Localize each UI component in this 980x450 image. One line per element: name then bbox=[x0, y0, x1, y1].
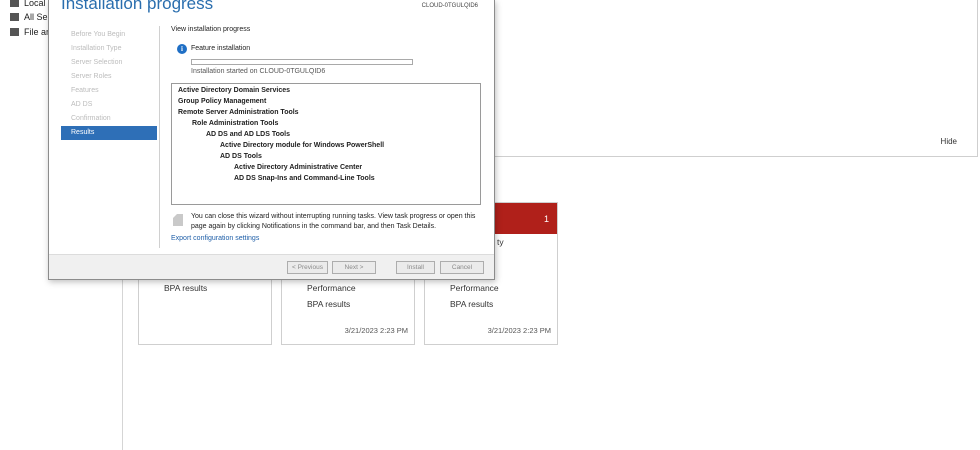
tile-row[interactable]: Performance bbox=[307, 283, 356, 293]
tile-row-fragment: ty bbox=[497, 237, 504, 247]
close-wizard-note: You can close this wizard without interr… bbox=[191, 213, 476, 230]
page-title: Installation progress bbox=[61, 0, 214, 13]
list-item: AD DS Snap-Ins and Command-Line Tools bbox=[234, 175, 375, 182]
install-button[interactable]: Install bbox=[396, 261, 435, 274]
list-item: Active Directory Administrative Center bbox=[234, 164, 363, 171]
installation-status: Installation started on CLOUD-0TGULQID6 bbox=[191, 68, 326, 75]
step-ad-ds: AD DS bbox=[71, 101, 93, 108]
tile-row[interactable]: BPA results bbox=[450, 299, 493, 309]
feature-installation-label: Feature installation bbox=[191, 45, 251, 52]
list-item: Active Directory module for Windows Powe… bbox=[220, 142, 385, 149]
list-item: AD DS and AD LDS Tools bbox=[206, 131, 290, 138]
step-installation-type: Installation Type bbox=[71, 45, 122, 52]
welcome-panel: Hide bbox=[480, 0, 978, 157]
alert-count: 1 bbox=[543, 214, 549, 224]
next-button[interactable]: Next > bbox=[332, 261, 376, 274]
list-item: Active Directory Domain Services bbox=[178, 87, 291, 94]
step-before-you-begin: Before You Begin bbox=[71, 31, 126, 38]
tile-row[interactable]: BPA results bbox=[307, 299, 350, 309]
wizard-footer: < Previous Next > Install Cancel bbox=[49, 254, 494, 279]
list-item: Role Administration Tools bbox=[192, 120, 279, 127]
list-item: AD DS Tools bbox=[220, 153, 262, 160]
hide-link[interactable]: Hide bbox=[941, 137, 957, 146]
server-icon bbox=[10, 0, 19, 7]
info-icon: i bbox=[177, 44, 187, 54]
divider bbox=[159, 26, 160, 248]
export-configuration-link[interactable]: Export configuration settings bbox=[171, 235, 259, 242]
step-server-roles: Server Roles bbox=[71, 73, 112, 80]
servers-icon bbox=[10, 13, 19, 21]
section-heading: View installation progress bbox=[171, 26, 251, 33]
tile-row[interactable]: BPA results bbox=[164, 283, 207, 293]
tile-row[interactable]: Performance bbox=[450, 283, 499, 293]
tile-timestamp: 3/21/2023 2:23 PM bbox=[487, 326, 551, 335]
installation-progress-bar bbox=[191, 59, 413, 65]
tile-timestamp: 3/21/2023 2:23 PM bbox=[344, 326, 408, 335]
wizard-steps: Before You Begin Installation Type Serve… bbox=[61, 28, 157, 140]
destination-server: CLOUD-0TGULQID6 bbox=[421, 3, 478, 9]
step-results[interactable]: Results bbox=[61, 126, 157, 140]
add-roles-wizard: Installation progress CLOUD-0TGULQID6 Be… bbox=[48, 0, 495, 280]
storage-icon bbox=[10, 28, 19, 36]
list-item: Group Policy Management bbox=[178, 98, 267, 105]
cancel-button[interactable]: Cancel bbox=[440, 261, 484, 274]
list-item: Remote Server Administration Tools bbox=[178, 109, 299, 116]
results-list[interactable]: Active Directory Domain Services Group P… bbox=[171, 83, 481, 205]
step-confirmation: Confirmation bbox=[71, 115, 111, 122]
notification-flag-icon bbox=[173, 214, 183, 226]
previous-button[interactable]: < Previous bbox=[287, 261, 328, 274]
step-features: Features bbox=[71, 87, 99, 94]
step-server-selection: Server Selection bbox=[71, 59, 123, 66]
